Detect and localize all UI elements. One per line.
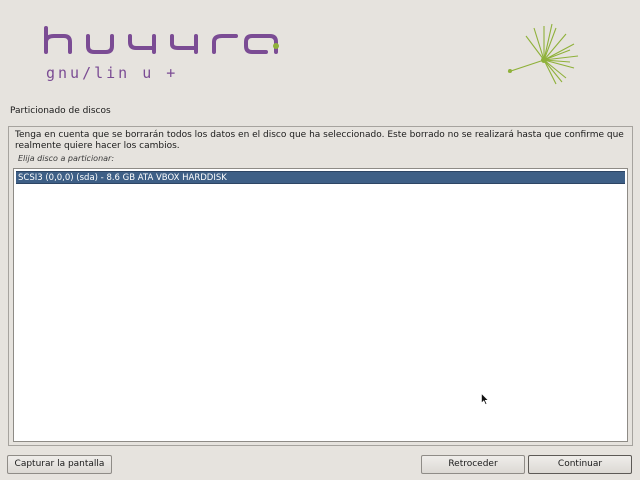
content-frame: Tenga en cuenta que se borrarán todos lo… (8, 126, 633, 446)
back-button[interactable]: Retroceder (421, 455, 525, 474)
mouse-cursor-icon (481, 393, 489, 405)
logo-subtitle: gnu/lin u + (46, 64, 178, 82)
disk-list[interactable]: SCSI3 (0,0,0) (sda) - 8.6 GB ATA VBOX HA… (13, 168, 628, 442)
continue-button[interactable]: Continuar (528, 455, 632, 474)
list-item[interactable]: SCSI3 (0,0,0) (sda) - 8.6 GB ATA VBOX HA… (16, 171, 625, 184)
dandelion-icon (507, 23, 579, 85)
banner: gnu/lin u + (0, 0, 640, 98)
description-text: Tenga en cuenta que se borrarán todos lo… (15, 130, 624, 151)
disk-prompt-label: Elija disco a particionar: (18, 154, 115, 163)
screenshot-button[interactable]: Capturar la pantalla (7, 455, 112, 474)
huayra-logo: gnu/lin u + (44, 26, 279, 82)
page-title: Particionado de discos (10, 106, 111, 116)
installer-window: gnu/lin u + Particionado de discos Tenga… (0, 0, 640, 480)
